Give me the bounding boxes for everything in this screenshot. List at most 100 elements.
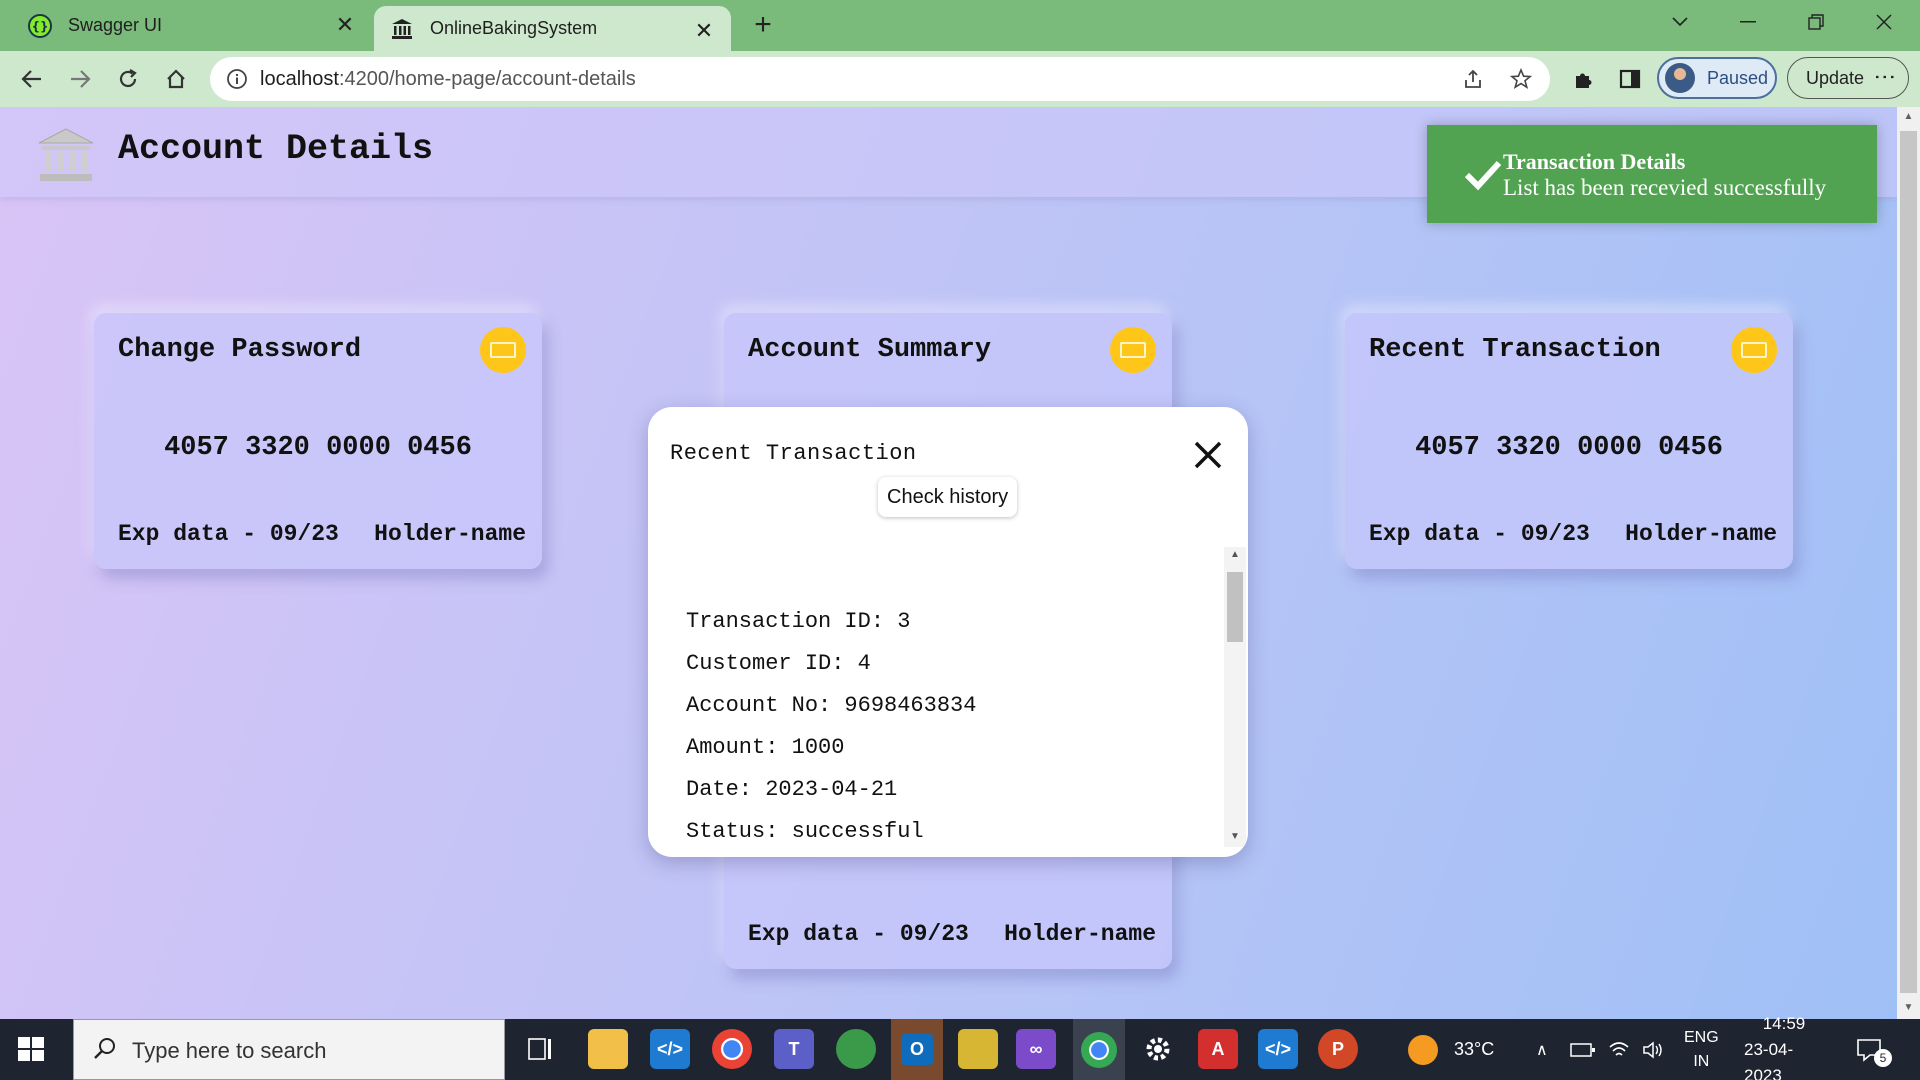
region-code: IN [1693, 1052, 1710, 1070]
customer-id: Customer ID: 4 [686, 651, 871, 676]
lang-code: ENG [1684, 1028, 1719, 1046]
card-holder: Holder-name [1004, 921, 1156, 947]
site-info-icon[interactable] [226, 68, 248, 90]
vscode-icon-2[interactable]: </> [1258, 1029, 1298, 1069]
page-scrollbar[interactable]: ▲ ▼ [1897, 107, 1920, 1019]
recent-transaction-modal: Recent Transaction Check history Transac… [648, 407, 1248, 857]
scrollbar-thumb[interactable] [1900, 131, 1917, 993]
taskbar-search-input[interactable]: Type here to search [73, 1019, 505, 1080]
language-indicator[interactable]: ENG IN [1684, 1019, 1719, 1080]
address-bar[interactable]: localhost:4200/home-page/account-details [210, 57, 1550, 101]
scrollbar-thumb[interactable] [1227, 572, 1243, 642]
close-window-icon[interactable] [1856, 0, 1912, 44]
browser-globe-icon[interactable] [836, 1029, 876, 1069]
scroll-up-icon[interactable]: ▲ [1902, 111, 1915, 122]
page-viewport: Account Details Change Password 4057 332… [0, 107, 1897, 1019]
url-text: localhost:4200/home-page/account-details [260, 68, 636, 90]
close-tab-icon[interactable]: ✕ [691, 18, 717, 44]
page-title: Account Details [118, 129, 434, 169]
transaction-status: Status: successful [686, 819, 924, 844]
checkmark-icon [1463, 155, 1503, 195]
search-icon [94, 1038, 115, 1059]
close-icon[interactable] [1188, 435, 1228, 475]
volume-icon[interactable] [1642, 1019, 1664, 1080]
scroll-down-icon[interactable]: ▼ [1224, 831, 1246, 842]
clock[interactable]: 14:59 23-04-2023 [1744, 1014, 1824, 1080]
battery-icon[interactable] [1570, 1019, 1596, 1080]
cash-icon [1110, 327, 1156, 373]
share-icon[interactable] [1458, 64, 1488, 94]
weather-temp: 33°C [1454, 1039, 1495, 1059]
bookmark-star-icon[interactable] [1506, 64, 1536, 94]
clock-date: 23-04-2023 [1744, 1039, 1794, 1080]
swagger-icon: {} [28, 13, 52, 38]
wifi-icon[interactable] [1608, 1019, 1630, 1080]
update-label: Update [1806, 67, 1865, 88]
tab-title: OnlineBakingSystem [430, 18, 598, 38]
outlook-icon[interactable]: O [891, 1019, 943, 1080]
show-hidden-icons[interactable]: ∧ [1536, 1019, 1548, 1080]
browser-toolbar: localhost:4200/home-page/account-details… [0, 51, 1920, 107]
close-tab-icon[interactable]: ✕ [332, 12, 358, 38]
chrome-icon[interactable] [712, 1029, 752, 1069]
side-panel-icon[interactable] [1612, 61, 1648, 97]
card-title: Account Summary [748, 335, 992, 365]
toast-message: List has been recevied successfully [1503, 175, 1827, 200]
transaction-date: Date: 2023-04-21 [686, 777, 898, 802]
tab-swagger-ui[interactable]: {} Swagger UI ✕ [0, 0, 372, 51]
card-title: Change Password [118, 335, 362, 365]
visual-studio-icon[interactable]: ∞ [1016, 1029, 1056, 1069]
transaction-id: Transaction ID: 3 [686, 609, 911, 634]
scroll-down-icon[interactable]: ▼ [1902, 1002, 1915, 1013]
sun-icon [1408, 1034, 1438, 1065]
card-number: 4057 3320 0000 0456 [1415, 433, 1723, 463]
tab-search-icon[interactable] [1652, 0, 1708, 44]
minimize-icon[interactable] [1720, 0, 1776, 44]
home-icon[interactable] [158, 61, 194, 97]
update-button[interactable]: Update ⋮ [1787, 57, 1909, 99]
account-number: Account No: 9698463834 [686, 693, 977, 718]
transaction-details-list[interactable]: Transaction ID: 3 Customer ID: 4 Account… [648, 547, 1248, 857]
back-icon[interactable] [14, 61, 50, 97]
powerpoint-icon[interactable]: P [1318, 1029, 1358, 1069]
browser-tab-strip: {} Swagger UI ✕ OnlineBakingSystem ✕ + [0, 0, 1920, 51]
bank-icon [36, 127, 96, 183]
teams-icon[interactable]: T [774, 1029, 814, 1069]
notification-badge: 5 [1874, 1049, 1892, 1067]
amount: Amount: 1000 [686, 735, 845, 760]
reload-icon[interactable] [110, 61, 146, 97]
card-change-password[interactable]: Change Password 4057 3320 0000 0456 Exp … [94, 313, 542, 569]
chrome-active-icon[interactable] [1073, 1019, 1125, 1080]
modal-scrollbar[interactable]: ▲ ▼ [1224, 547, 1246, 847]
extensions-icon[interactable] [1566, 61, 1602, 97]
check-history-button[interactable]: Check history [878, 477, 1018, 517]
tab-title: Swagger UI [68, 15, 163, 35]
card-expiry: Exp data - 09/23 [748, 921, 969, 947]
profile-button[interactable]: Paused [1657, 57, 1777, 99]
scroll-up-icon[interactable]: ▲ [1224, 549, 1246, 560]
windows-start-icon[interactable] [16, 1034, 46, 1064]
success-toast[interactable]: Transaction Details List has been recevi… [1427, 125, 1877, 223]
sticky-app-icon[interactable] [958, 1029, 998, 1069]
restore-icon[interactable] [1788, 0, 1844, 44]
tab-online-baking-system[interactable]: OnlineBakingSystem ✕ [374, 6, 731, 51]
settings-gear-icon[interactable] [1138, 1029, 1178, 1069]
task-view-icon[interactable] [520, 1029, 560, 1069]
cash-icon [1731, 327, 1777, 373]
more-menu-icon[interactable]: ⋮ [1873, 66, 1898, 86]
forward-icon[interactable] [62, 61, 98, 97]
card-expiry: Exp data - 09/23 [1369, 521, 1590, 547]
modal-title: Recent Transaction [670, 441, 917, 466]
file-explorer-icon[interactable] [588, 1029, 628, 1069]
avatar [1665, 63, 1695, 93]
vscode-icon[interactable]: </> [650, 1029, 690, 1069]
card-recent-transaction[interactable]: Recent Transaction 4057 3320 0000 0456 E… [1345, 313, 1793, 569]
acrobat-icon[interactable]: A [1198, 1029, 1238, 1069]
cash-icon [480, 327, 526, 373]
new-tab-icon[interactable]: + [748, 10, 778, 40]
notifications-icon[interactable]: 5 [1856, 1019, 1892, 1080]
card-number: 4057 3320 0000 0456 [164, 433, 472, 463]
weather-widget[interactable]: 33°C [1408, 1019, 1494, 1080]
card-holder: Holder-name [374, 521, 526, 547]
profile-status-label: Paused [1707, 67, 1769, 88]
